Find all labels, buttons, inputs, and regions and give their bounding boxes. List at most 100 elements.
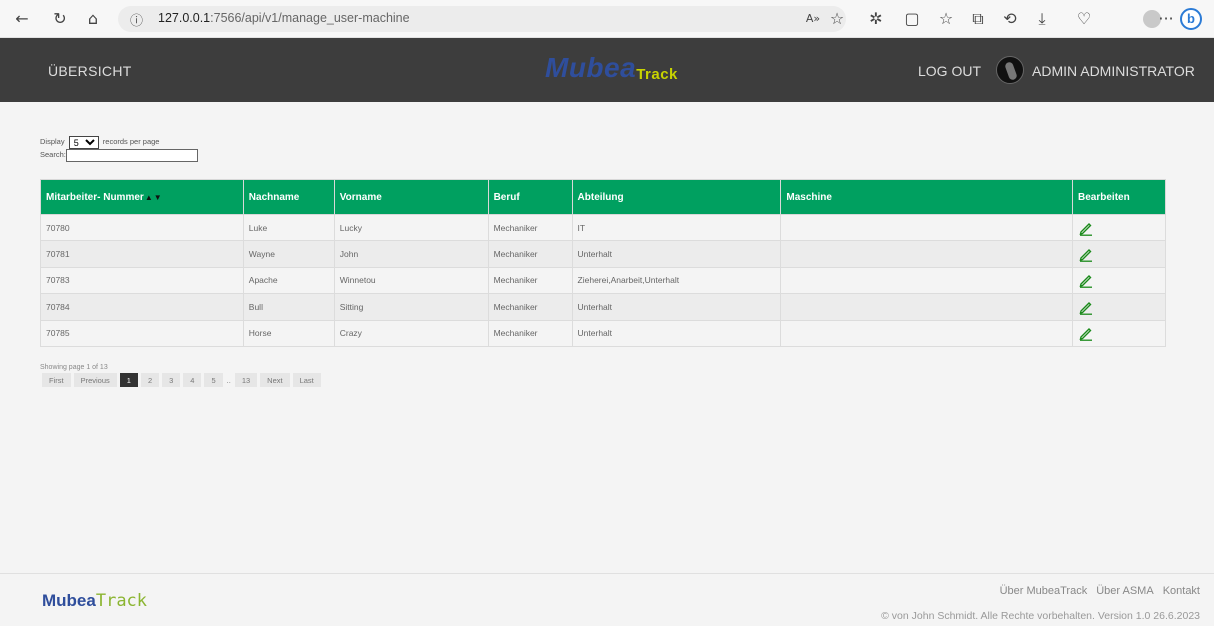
cell-first-name: John [333,240,489,268]
cell-first-name: Lucky [333,213,489,242]
column-header-first-name[interactable]: Vorname [333,179,489,215]
table-row: 70780 Luke Lucky Mechaniker IT [40,213,1166,242]
cell-job: Mechaniker [487,213,573,242]
cell-job: Mechaniker [487,240,573,268]
home-icon[interactable]: ⌂ [83,9,103,29]
cell-job: Mechaniker [487,293,573,321]
page-first-button[interactable]: First [42,373,71,387]
column-header-edit: Bearbeiten [1072,179,1166,215]
display-label: Display [40,137,65,146]
table-row: 70781 Wayne John Mechaniker Unterhalt [40,240,1166,268]
logout-link[interactable]: LOG OUT [918,63,981,79]
split-screen-icon[interactable]: ▢ [902,9,922,29]
page-3-button[interactable]: 3 [162,373,181,387]
favorite-icon[interactable]: ☆ [827,9,847,29]
user-machine-table: Mitarbeiter- Nummer▲▼ Nachname Vorname B… [40,179,1166,347]
page-last-button[interactable]: Last [292,373,321,387]
column-header-machine[interactable]: Maschine [780,179,1074,215]
back-icon[interactable]: ← [12,9,32,29]
cell-job: Mechaniker [487,319,573,347]
column-header-job[interactable]: Beruf [487,179,573,215]
cell-department: Unterhalt [571,240,782,268]
cell-machine [780,266,1074,295]
cell-job: Mechaniker [487,266,573,295]
cell-department: IT [571,213,782,242]
more-icon[interactable]: ··· [1156,9,1176,29]
column-header-department[interactable]: Abteilung [571,179,782,215]
pencil-icon[interactable] [1078,246,1094,262]
performance-icon[interactable]: ♡ [1074,9,1094,29]
url-text[interactable]: 127.0.0.1:7566/api/v1/manage_user-machin… [158,11,410,25]
cell-edit [1072,213,1166,242]
footer-link-about-asma[interactable]: Über ASMA [1096,585,1153,597]
pencil-icon[interactable] [1078,299,1094,315]
cell-employee-number: 70784 [40,293,244,321]
cell-first-name: Crazy [333,319,489,347]
site-info-icon[interactable]: ⓘ [130,10,143,29]
collections-icon[interactable]: ⧉ [968,9,988,29]
cell-employee-number: 70783 [40,266,244,295]
page-1-button[interactable]: 1 [119,373,138,387]
page-2-button[interactable]: 2 [140,373,160,387]
search-input[interactable] [65,148,198,162]
downloads-icon[interactable]: ⤓ [1032,9,1052,29]
footer-link-contact[interactable]: Kontakt [1163,585,1200,597]
cell-machine [780,319,1074,347]
cell-last-name: Horse [242,319,335,347]
cell-department: Zieherei,Anarbeit,Unterhalt [571,266,782,295]
footer: MubeaTrack Über MubeaTrack Über ASMA Kon… [0,573,1214,626]
pencil-icon[interactable] [1078,220,1094,236]
table-row: 70783 Apache Winnetou Mechaniker Ziehere… [40,266,1166,295]
page-previous-button[interactable]: Previous [73,373,117,387]
column-header-last-name[interactable]: Nachname [242,179,335,215]
pencil-icon[interactable] [1078,325,1094,342]
cell-first-name: Winnetou [333,266,489,295]
extensions-icon[interactable]: ✲ [866,9,886,29]
app-logo[interactable]: MubeaTrack [545,52,678,84]
search-label: Search: [40,150,66,159]
page-5-button[interactable]: 5 [204,373,223,387]
page-next-button[interactable]: Next [260,373,290,387]
records-per-page-select[interactable]: 5 [68,135,99,149]
table-row: 70785 Horse Crazy Mechaniker Unterhalt [40,319,1166,347]
history-icon[interactable]: ⟲ [1000,9,1020,29]
cell-last-name: Bull [242,293,335,321]
refresh-icon[interactable]: ↻ [50,9,70,29]
cell-last-name: Wayne [242,240,335,268]
app-header: ÜBERSICHT MubeaTrack LOG OUT ADMIN ADMIN… [0,38,1214,102]
footer-link-about-mubeatrack[interactable]: Über MubeaTrack [1000,585,1088,597]
cell-machine [780,213,1074,242]
cell-first-name: Sitting [333,293,489,321]
cell-edit [1072,240,1166,268]
nav-overview-link[interactable]: ÜBERSICHT [48,63,132,79]
sort-asc-icon[interactable]: ▲ [145,193,153,202]
page-status: Showing page 1 of 13 [40,364,108,371]
cell-employee-number: 70781 [40,240,244,268]
page-13-button[interactable]: 13 [234,373,258,387]
column-header-employee-number[interactable]: Mitarbeiter- Nummer▲▼ [40,179,244,215]
cell-edit [1072,293,1166,321]
records-per-page-label: records per page [102,137,160,146]
favorites-icon[interactable]: ☆ [936,9,956,29]
page-4-button[interactable]: 4 [183,373,202,387]
bing-icon[interactable]: b [1180,8,1202,30]
cell-machine [780,293,1074,321]
pencil-icon[interactable] [1078,272,1094,289]
read-aloud-icon[interactable]: A» [803,9,823,29]
table-row: 70784 Bull Sitting Mechaniker Unterhalt [40,293,1166,321]
sort-desc-icon[interactable]: ▼ [154,193,162,202]
records-per-page-control: Display 5 records per page [40,135,159,149]
user-avatar[interactable] [996,56,1024,84]
footer-links: Über MubeaTrack Über ASMA Kontakt [1000,585,1200,597]
user-name-link[interactable]: ADMIN ADMINISTRATOR [1032,63,1195,79]
cell-machine [780,240,1074,268]
cell-edit [1072,266,1166,295]
cell-edit [1072,319,1166,347]
cell-employee-number: 70780 [40,213,244,242]
address-bar[interactable]: ⓘ 127.0.0.1:7566/api/v1/manage_user-mach… [118,6,846,32]
cell-department: Unterhalt [571,293,782,321]
footer-logo[interactable]: MubeaTrack [42,591,147,611]
cell-department: Unterhalt [571,319,782,347]
search-control: Search: [40,148,198,162]
page-ellipsis: .. [226,376,231,385]
